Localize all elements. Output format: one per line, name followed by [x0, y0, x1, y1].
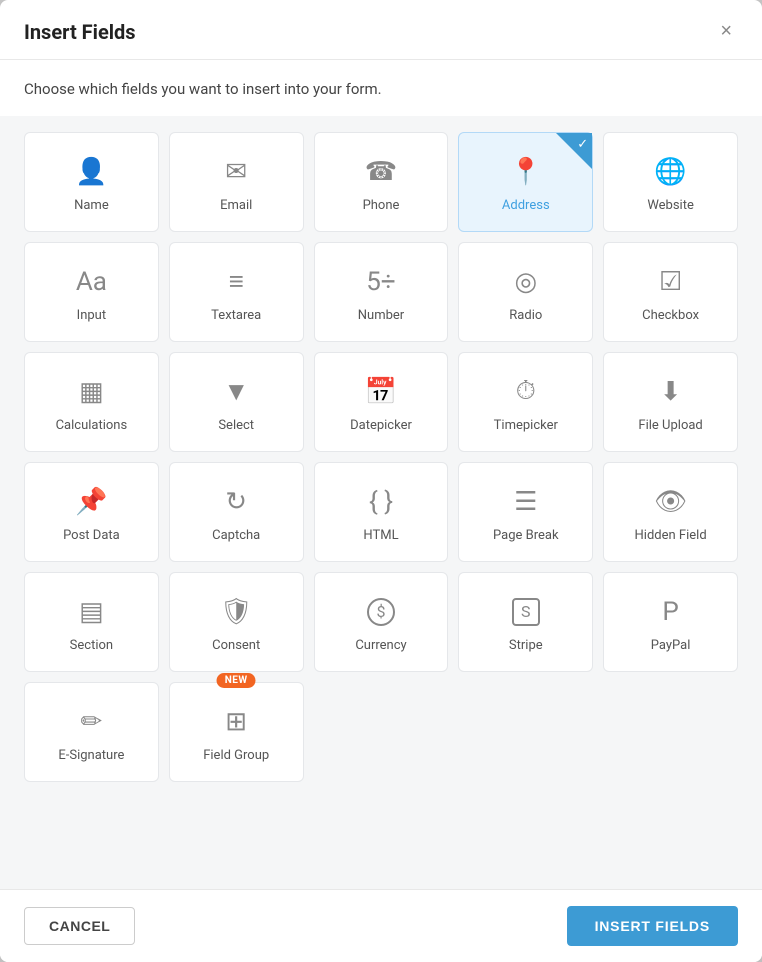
field-card-esignature[interactable]: ✏ E-Signature: [24, 682, 159, 782]
modal-subtitle: Choose which fields you want to insert i…: [24, 60, 738, 106]
email-icon: ✉: [225, 156, 247, 188]
website-icon: 🌐: [654, 156, 686, 188]
name-icon: 👤: [75, 156, 107, 188]
consent-icon: 🛡: [220, 596, 253, 628]
field-card-section[interactable]: ▤ Section: [24, 572, 159, 672]
stripe-icon: S: [512, 596, 540, 628]
name-label: Name: [74, 198, 109, 213]
checkbox-label: Checkbox: [642, 308, 699, 323]
modal-header: Insert Fields ×: [0, 0, 762, 60]
textarea-label: Textarea: [211, 308, 261, 323]
hiddenfield-icon: 👁: [654, 486, 687, 518]
field-card-calculations[interactable]: ▦ Calculations: [24, 352, 159, 452]
fields-grid: 👤Name✉Email☎Phone✓📍Address🌐WebsiteAaInpu…: [24, 132, 738, 782]
number-label: Number: [358, 308, 404, 323]
stripe-label: Stripe: [509, 638, 543, 653]
field-card-currency[interactable]: $ Currency: [314, 572, 449, 672]
field-card-html[interactable]: { } HTML: [314, 462, 449, 562]
calculations-icon: ▦: [79, 376, 104, 408]
field-card-email[interactable]: ✉ Email: [169, 132, 304, 232]
textarea-icon: ≡: [229, 266, 244, 298]
field-card-radio[interactable]: ◎ Radio: [458, 242, 593, 342]
website-label: Website: [647, 198, 694, 213]
field-card-select[interactable]: ▼ Select: [169, 352, 304, 452]
address-label: Address: [502, 198, 550, 213]
field-card-input[interactable]: Aa Input: [24, 242, 159, 342]
paypal-icon: P: [662, 596, 678, 628]
close-button[interactable]: ×: [714, 18, 738, 45]
postdata-label: Post Data: [63, 528, 120, 543]
captcha-label: Captcha: [212, 528, 260, 543]
field-card-timepicker[interactable]: ⏱ Timepicker: [458, 352, 593, 452]
phone-icon: ☎: [365, 156, 397, 188]
timepicker-label: Timepicker: [494, 418, 558, 433]
section-icon: ▤: [79, 596, 104, 628]
field-card-captcha[interactable]: ↻ Captcha: [169, 462, 304, 562]
field-card-pagebreak[interactable]: ☰ Page Break: [458, 462, 593, 562]
consent-label: Consent: [212, 638, 260, 653]
field-card-hiddenfield[interactable]: 👁 Hidden Field: [603, 462, 738, 562]
field-card-consent[interactable]: 🛡 Consent: [169, 572, 304, 672]
field-card-phone[interactable]: ☎ Phone: [314, 132, 449, 232]
field-card-postdata[interactable]: 📌 Post Data: [24, 462, 159, 562]
field-card-fileupload[interactable]: ⬇ File Upload: [603, 352, 738, 452]
timepicker-icon: ⏱: [516, 376, 536, 408]
fileupload-label: File Upload: [638, 418, 702, 433]
select-label: Select: [218, 418, 254, 433]
checkbox-icon: ☑: [659, 266, 682, 298]
radio-icon: ◎: [514, 266, 537, 298]
insert-fields-modal: Insert Fields × Choose which fields you …: [0, 0, 762, 962]
fields-grid-container: 👤Name✉Email☎Phone✓📍Address🌐WebsiteAaInpu…: [0, 116, 762, 889]
pagebreak-icon: ☰: [514, 486, 537, 518]
insert-fields-button[interactable]: INSERT FIELDS: [567, 906, 738, 946]
hiddenfield-label: Hidden Field: [635, 528, 707, 543]
field-card-stripe[interactable]: S Stripe: [458, 572, 593, 672]
paypal-label: PayPal: [651, 638, 691, 653]
postdata-icon: 📌: [75, 486, 107, 518]
field-card-website[interactable]: 🌐 Website: [603, 132, 738, 232]
modal-footer: CANCEL INSERT FIELDS: [0, 889, 762, 962]
cancel-button[interactable]: CANCEL: [24, 907, 135, 945]
number-icon: 5÷: [366, 266, 395, 298]
phone-label: Phone: [363, 198, 400, 213]
field-card-datepicker[interactable]: 📅 Datepicker: [314, 352, 449, 452]
field-card-address[interactable]: ✓📍Address: [458, 132, 593, 232]
section-label: Section: [70, 638, 113, 653]
field-card-fieldgroup[interactable]: NEW⊞Field Group: [169, 682, 304, 782]
field-card-checkbox[interactable]: ☑ Checkbox: [603, 242, 738, 342]
field-card-name[interactable]: 👤 Name: [24, 132, 159, 232]
esignature-icon: ✏: [81, 706, 103, 738]
captcha-icon: ↻: [225, 486, 247, 518]
fieldgroup-icon: ⊞: [225, 706, 247, 738]
html-icon: { }: [369, 486, 393, 518]
field-card-number[interactable]: 5÷ Number: [314, 242, 449, 342]
input-icon: Aa: [76, 266, 107, 298]
pagebreak-label: Page Break: [493, 528, 559, 543]
field-card-textarea[interactable]: ≡ Textarea: [169, 242, 304, 342]
input-label: Input: [77, 308, 106, 323]
email-label: Email: [220, 198, 252, 213]
fileupload-icon: ⬇: [660, 376, 682, 408]
currency-label: Currency: [355, 638, 406, 653]
datepicker-icon: 📅: [365, 376, 397, 408]
datepicker-label: Datepicker: [350, 418, 412, 433]
currency-icon: $: [367, 596, 395, 628]
field-card-paypal[interactable]: P PayPal: [603, 572, 738, 672]
html-label: HTML: [363, 528, 398, 543]
modal-title: Insert Fields: [24, 20, 136, 44]
select-icon: ▼: [223, 376, 249, 408]
esignature-label: E-Signature: [58, 748, 124, 763]
fieldgroup-label: Field Group: [203, 748, 269, 763]
radio-label: Radio: [509, 308, 542, 323]
address-icon: 📍: [510, 156, 542, 188]
calculations-label: Calculations: [56, 418, 128, 433]
